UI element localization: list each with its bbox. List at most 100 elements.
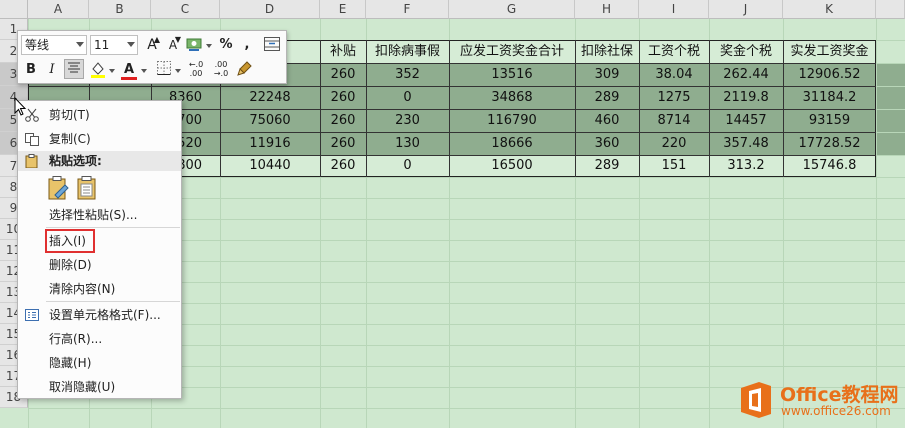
cell-K7[interactable]: 15746.8 [783, 155, 876, 177]
cell-K5[interactable]: 93159 [783, 109, 876, 132]
cell-G4[interactable]: 34868 [449, 86, 575, 109]
cell-E3[interactable]: 260 [320, 63, 366, 86]
column-header-A[interactable]: A [28, 0, 89, 19]
cell-E5[interactable]: 260 [320, 109, 366, 132]
column-header-J[interactable]: J [709, 0, 783, 19]
font-size-select[interactable]: 11 [90, 35, 138, 55]
increase-decimal-icon: ←.0 .00 [188, 60, 204, 78]
cell-J2[interactable]: 奖金个税 [709, 40, 783, 63]
menu-item-copy[interactable]: 复制(C) [18, 127, 181, 151]
cell-J5[interactable]: 14457 [709, 109, 783, 132]
cell-D4[interactable]: 22248 [220, 86, 320, 109]
menu-item-row-height[interactable]: 行高(R)... [18, 327, 181, 351]
menu-item-insert[interactable]: 插入(I) [18, 229, 181, 253]
format-painter-button[interactable] [235, 60, 255, 80]
cell-E6[interactable]: 260 [320, 132, 366, 155]
cell-G3[interactable]: 13516 [449, 63, 575, 86]
cell-J4[interactable]: 2119.8 [709, 86, 783, 109]
decrease-decimal-button[interactable]: .00 →.0 [211, 60, 231, 80]
cell-K3[interactable]: 12906.52 [783, 63, 876, 86]
cell-I3[interactable]: 38.04 [639, 63, 709, 86]
cell-I4[interactable]: 1275 [639, 86, 709, 109]
cell-H2[interactable]: 扣除社保 [575, 40, 639, 63]
cell-D5[interactable]: 75060 [220, 109, 320, 132]
column-header-D[interactable]: D [220, 0, 320, 19]
cell-F5[interactable]: 230 [366, 109, 449, 132]
bold-button[interactable]: B [21, 60, 41, 80]
cell-G6[interactable]: 18666 [449, 132, 575, 155]
column-header-K[interactable]: K [783, 0, 876, 19]
cell-H3[interactable]: 309 [575, 63, 639, 86]
grow-font-button[interactable]: A ▲ [142, 35, 162, 55]
menu-separator [46, 227, 180, 228]
menu-item-cut[interactable]: 剪切(T) [18, 103, 181, 127]
cell-F6[interactable]: 130 [366, 132, 449, 155]
chevron-down-icon[interactable] [206, 44, 212, 48]
column-header-E[interactable]: E [320, 0, 366, 19]
menu-label-clear: 清除内容(N) [49, 282, 116, 296]
cell-G5[interactable]: 116790 [449, 109, 575, 132]
merge-center-button[interactable] [262, 35, 282, 55]
italic-button[interactable]: I [42, 60, 62, 80]
cell-J6[interactable]: 357.48 [709, 132, 783, 155]
chevron-down-icon[interactable] [175, 69, 181, 73]
paste-keep-format-button[interactable] [47, 175, 71, 201]
menu-item-clear-contents[interactable]: 清除内容(N) [18, 277, 181, 301]
font-color-button[interactable]: A [119, 60, 139, 80]
chevron-down-icon[interactable] [109, 69, 115, 73]
cell-I7[interactable]: 151 [639, 155, 709, 177]
copy-icon [25, 133, 39, 146]
font-name-select[interactable]: 等线 [21, 35, 87, 55]
select-all-corner[interactable] [0, 0, 28, 19]
menu-item-unhide[interactable]: 取消隐藏(U) [18, 375, 181, 399]
column-header-C[interactable]: C [151, 0, 220, 19]
menu-item-paste-special[interactable]: 选择性粘贴(S)... [18, 203, 181, 227]
column-header-F[interactable]: F [366, 0, 449, 19]
menu-label-unhide: 取消隐藏(U) [49, 380, 116, 394]
cell-J3[interactable]: 262.44 [709, 63, 783, 86]
cell-J7[interactable]: 313.2 [709, 155, 783, 177]
chevron-down-icon[interactable] [141, 69, 147, 73]
cell-I5[interactable]: 8714 [639, 109, 709, 132]
paste-values-button[interactable] [76, 175, 98, 201]
borders-button[interactable] [154, 60, 174, 80]
insert-highlight-box [45, 229, 95, 253]
menu-item-format-cells[interactable]: 设置单元格格式(F)... [18, 303, 181, 327]
cell-K2[interactable]: 实发工资奖金 [783, 40, 876, 63]
cell-E4[interactable]: 260 [320, 86, 366, 109]
shrink-font-button[interactable]: A ▼ [163, 35, 183, 55]
cell-E2[interactable]: 补贴 [320, 40, 366, 63]
align-center-button[interactable] [64, 59, 84, 79]
cell-H4[interactable]: 289 [575, 86, 639, 109]
italic-icon: I [49, 62, 55, 77]
fill-color-button[interactable] [88, 60, 108, 80]
cell-H6[interactable]: 360 [575, 132, 639, 155]
cell-H7[interactable]: 289 [575, 155, 639, 177]
cell-F4[interactable]: 0 [366, 86, 449, 109]
column-header-G[interactable]: G [449, 0, 575, 19]
column-header-H[interactable]: H [575, 0, 639, 19]
cell-I2[interactable]: 工资个税 [639, 40, 709, 63]
menu-separator [46, 301, 180, 302]
cell-F3[interactable]: 352 [366, 63, 449, 86]
column-header-B[interactable]: B [89, 0, 151, 19]
cell-K6[interactable]: 17728.52 [783, 132, 876, 155]
cell-I6[interactable]: 220 [639, 132, 709, 155]
cell-D7[interactable]: 10440 [220, 155, 320, 177]
column-header-I[interactable]: I [639, 0, 709, 19]
cell-G7[interactable]: 16500 [449, 155, 575, 177]
cell-E7[interactable]: 260 [320, 155, 366, 177]
cell-F7[interactable]: 0 [366, 155, 449, 177]
cell-F2[interactable]: 扣除病事假 [366, 40, 449, 63]
cell-K4[interactable]: 31184.2 [783, 86, 876, 109]
cell-G2[interactable]: 应发工资奖金合计 [449, 40, 575, 63]
menu-item-delete[interactable]: 删除(D) [18, 253, 181, 277]
cell-H5[interactable]: 460 [575, 109, 639, 132]
increase-decimal-button[interactable]: ←.0 .00 [186, 60, 206, 80]
decrease-decimal-icon: .00 →.0 [213, 60, 229, 78]
cell-D6[interactable]: 11916 [220, 132, 320, 155]
percent-button[interactable]: % [216, 35, 236, 55]
number-format-button[interactable] [184, 35, 204, 55]
comma-button[interactable]: , [237, 35, 257, 55]
menu-item-hide[interactable]: 隐藏(H) [18, 351, 181, 375]
